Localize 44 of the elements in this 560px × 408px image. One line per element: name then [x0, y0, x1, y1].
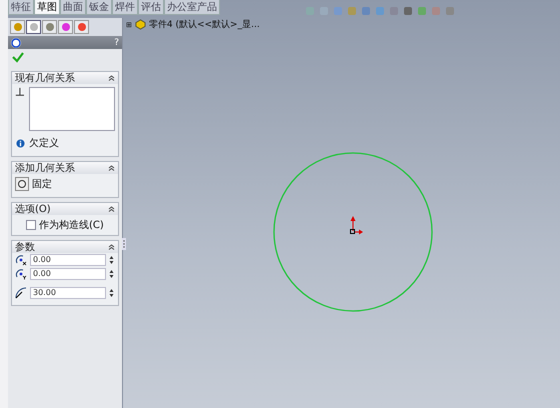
tab[interactable]: 焊件 [112, 0, 138, 15]
info-icon [16, 138, 25, 148]
checkmark-icon[interactable] [12, 51, 24, 63]
tab[interactable]: 评估 [138, 0, 164, 15]
number-field[interactable]: 30.00 [30, 287, 106, 299]
tab[interactable]: 曲面 [60, 0, 86, 15]
checkbox-label: 作为构造线(C) [39, 218, 104, 232]
spinner-icon[interactable] [109, 288, 114, 298]
tab[interactable]: 特征 [8, 0, 34, 15]
part-icon[interactable] [134, 19, 146, 30]
fix-icon[interactable] [15, 177, 29, 191]
panel-tab[interactable] [42, 20, 57, 34]
toolbar-icon[interactable] [402, 5, 414, 17]
center-y-icon [15, 268, 27, 280]
tree-item[interactable]: 零件4 (默认<<默认>_显... [148, 18, 260, 31]
section-title: 添加几何关系 [15, 162, 75, 175]
collapse-icon[interactable] [108, 165, 115, 171]
spinner-icon[interactable] [109, 255, 114, 265]
help-button[interactable]: ? [114, 38, 119, 48]
collapse-icon[interactable] [108, 75, 115, 81]
center-x-icon [15, 254, 27, 266]
number-field[interactable]: 0.00 [30, 254, 106, 266]
section-title: 选项(O) [15, 202, 51, 216]
section-title: 参数 [15, 240, 35, 254]
perpendicular-icon [15, 87, 25, 97]
checkbox[interactable] [26, 220, 36, 230]
section-title: 现有几何关系 [15, 72, 75, 85]
panel-tab[interactable] [26, 20, 41, 34]
splitter-handle[interactable] [122, 238, 126, 250]
status-text: 欠定义 [29, 136, 59, 150]
radius-icon [15, 287, 27, 299]
number-field[interactable]: 0.00 [30, 268, 106, 280]
tab[interactable]: 草图 [34, 0, 60, 15]
circle-icon [11, 38, 21, 48]
origin-icon [350, 216, 363, 234]
collapse-icon[interactable] [108, 244, 115, 250]
tab[interactable]: 办公室产品 [164, 0, 220, 15]
spinner-icon[interactable] [109, 269, 114, 279]
relations-list[interactable] [28, 87, 115, 131]
collapse-icon[interactable] [108, 206, 115, 212]
relation-label: 固定 [32, 178, 52, 191]
tab[interactable]: 钣金 [86, 0, 112, 15]
panel-tab[interactable] [74, 20, 89, 34]
panel-tab[interactable] [58, 20, 73, 34]
